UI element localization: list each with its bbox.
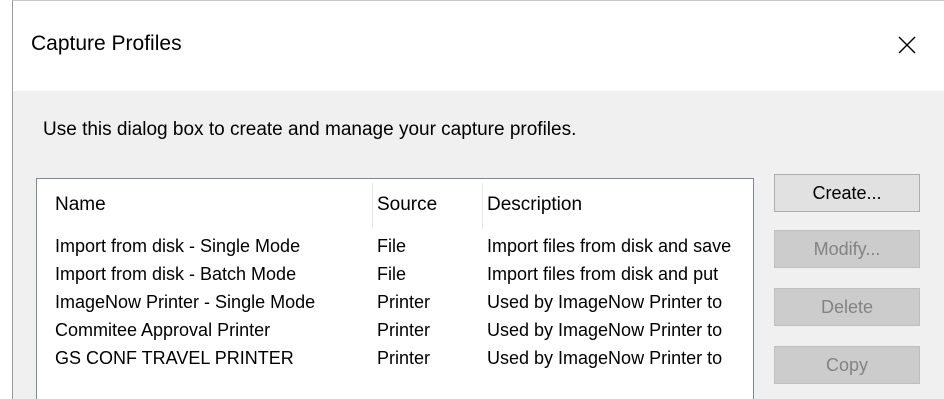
close-button[interactable] <box>885 25 929 65</box>
delete-button[interactable]: Delete <box>774 288 920 326</box>
list-item[interactable]: Import from disk - Single Mode File Impo… <box>37 232 753 260</box>
list-header: Name Source Description <box>37 179 753 231</box>
profile-name: ImageNow Printer - Single Mode <box>55 292 316 312</box>
column-header-source[interactable]: Source <box>377 179 437 231</box>
profile-source: Printer <box>377 292 431 312</box>
profile-description: Import files from disk and save <box>487 236 732 256</box>
profile-description: Import files from disk and put <box>487 264 719 284</box>
modify-button[interactable]: Modify... <box>774 230 920 268</box>
column-header-name[interactable]: Name <box>55 179 106 231</box>
create-button[interactable]: Create... <box>774 174 920 212</box>
intro-text: Use this dialog box to create and manage… <box>43 119 577 140</box>
profile-description: Used by ImageNow Printer to <box>487 320 723 340</box>
profiles-list[interactable]: Name Source Description Import from disk… <box>36 178 754 399</box>
list-item[interactable]: Commitee Approval Printer Printer Used b… <box>37 316 753 344</box>
profile-source: Printer <box>377 348 431 368</box>
profile-name: Import from disk - Batch Mode <box>55 264 297 284</box>
column-divider[interactable] <box>372 183 373 229</box>
list-item[interactable]: ImageNow Printer - Single Mode Printer U… <box>37 288 753 316</box>
profile-name: Import from disk - Single Mode <box>55 236 301 256</box>
profile-description: Used by ImageNow Printer to <box>487 348 723 368</box>
column-header-description[interactable]: Description <box>487 179 582 231</box>
list-item[interactable]: Import from disk - Batch Mode File Impor… <box>37 260 753 288</box>
capture-profiles-dialog: Capture Profiles Use this dialog box to … <box>12 0 944 399</box>
close-x-icon <box>897 35 917 55</box>
profile-source: File <box>377 236 407 256</box>
column-divider[interactable] <box>482 183 483 229</box>
title-bar: Capture Profiles <box>13 1 944 91</box>
profile-name: GS CONF TRAVEL PRINTER <box>55 348 294 368</box>
dialog-title: Capture Profiles <box>31 32 182 55</box>
profile-source: Printer <box>377 320 431 340</box>
profile-name: Commitee Approval Printer <box>55 320 271 340</box>
list-item[interactable]: GS CONF TRAVEL PRINTER Printer Used by I… <box>37 344 753 372</box>
profile-description: Used by ImageNow Printer to <box>487 292 723 312</box>
profile-source: File <box>377 264 407 284</box>
copy-button[interactable]: Copy <box>774 346 920 384</box>
